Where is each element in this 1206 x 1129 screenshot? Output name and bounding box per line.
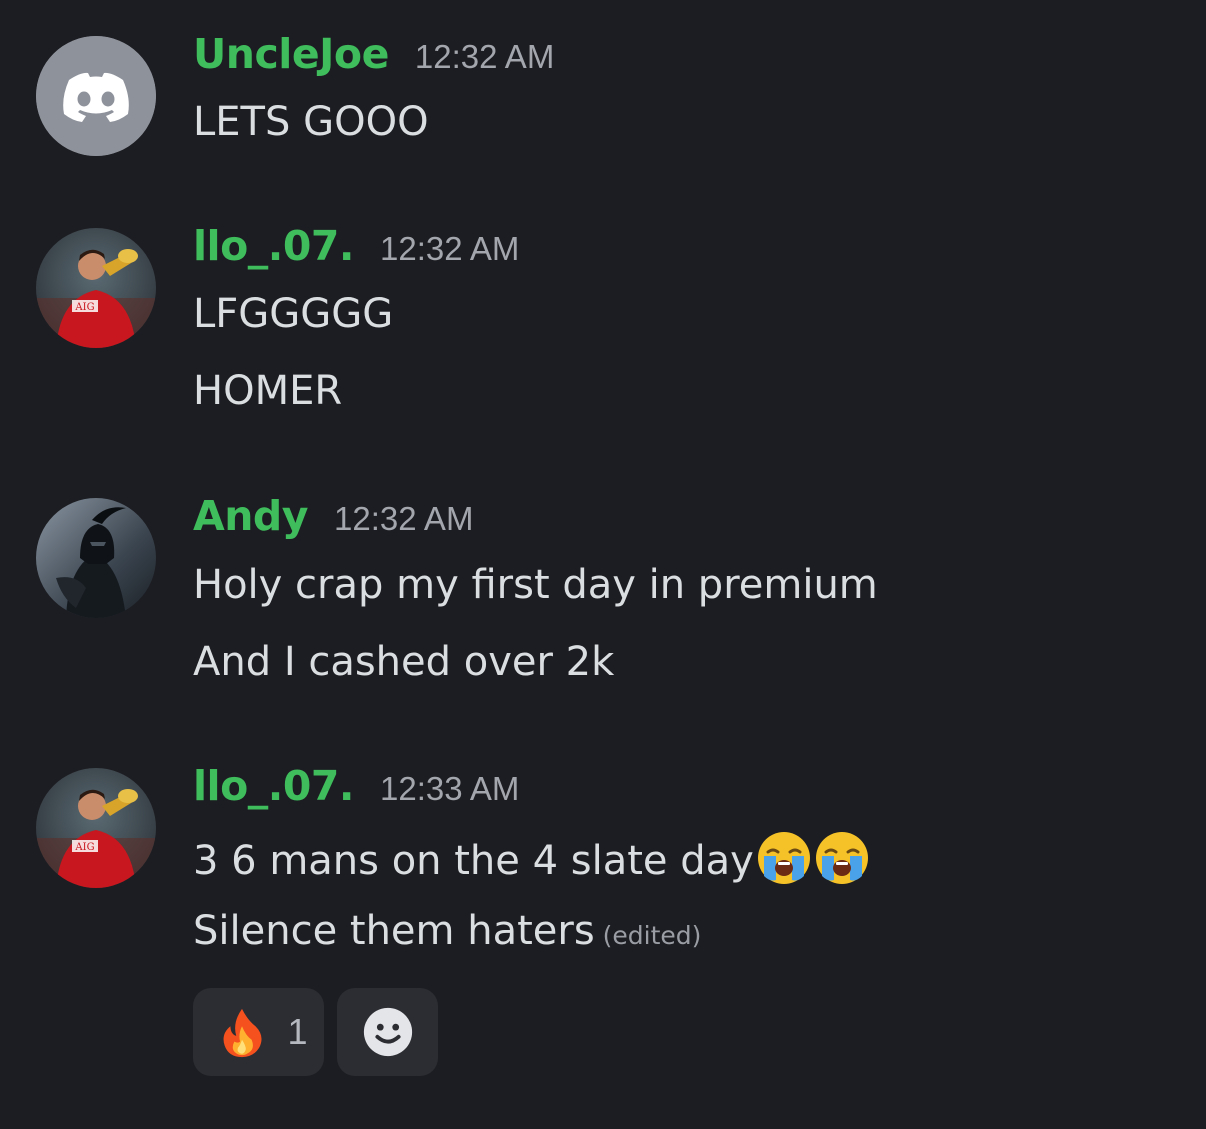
add-reaction-icon (363, 1007, 412, 1057)
loudly-crying-face-icon (756, 830, 812, 886)
footballer-avatar-icon: AIG (36, 768, 156, 888)
timestamp: 12:32 AM (379, 230, 520, 267)
chat-messages: UncleJoe 12:32 AM LETS GOOO AIG llo_.07.… (0, 0, 1206, 1129)
discord-logo-icon (36, 36, 156, 156)
timestamp: 12:33 AM (379, 770, 520, 807)
username[interactable]: UncleJoe (193, 30, 389, 78)
edited-label: (edited) (602, 921, 702, 950)
avatar[interactable]: AIG (36, 768, 156, 888)
message-text: HOMER (193, 368, 343, 414)
message-text-content: 3 6 mans on the 4 slate day (193, 838, 754, 884)
message-text: And I cashed over 2k (193, 639, 615, 685)
reaction-fire[interactable]: 1 (193, 988, 324, 1076)
fire-icon (224, 1008, 263, 1058)
svg-text:AIG: AIG (74, 302, 94, 313)
add-reaction-button[interactable] (337, 988, 438, 1076)
message-text: LFGGGGG (193, 291, 394, 337)
timestamp: 12:32 AM (414, 38, 555, 75)
message-text: 3 6 mans on the 4 slate day (193, 830, 870, 886)
username[interactable]: Andy (193, 492, 309, 540)
avatar[interactable] (36, 498, 156, 618)
message-text: Holy crap my first day in premium (193, 562, 878, 608)
loudly-crying-face-icon (814, 830, 870, 886)
spartan-avatar-icon (36, 498, 156, 618)
username[interactable]: llo_.07. (193, 762, 354, 810)
message-text: LETS GOOO (193, 99, 429, 145)
footballer-avatar-icon: AIG (36, 228, 156, 348)
timestamp: 12:32 AM (334, 500, 474, 537)
svg-text:AIG: AIG (74, 842, 94, 853)
avatar[interactable] (36, 36, 156, 156)
reaction-count: 1 (287, 1011, 308, 1052)
reactions-bar: 1 (193, 988, 438, 1076)
message-text: Silence them haters (edited) (193, 907, 701, 960)
avatar[interactable]: AIG (36, 228, 156, 348)
message-text-content: Silence them haters (193, 908, 595, 954)
username[interactable]: llo_.07. (193, 222, 354, 270)
